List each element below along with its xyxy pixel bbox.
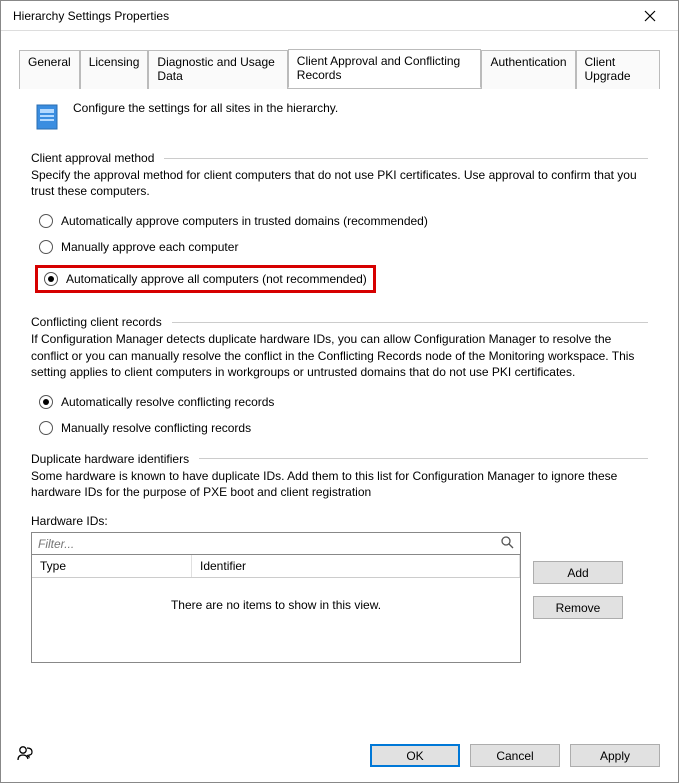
- approval-desc: Specify the approval method for client c…: [31, 167, 648, 199]
- conflict-opt-auto[interactable]: Automatically resolve conflicting record…: [35, 394, 648, 410]
- intro-row: Configure the settings for all sites in …: [31, 101, 648, 133]
- tab-general[interactable]: General: [19, 50, 80, 89]
- tab-licensing[interactable]: Licensing: [80, 50, 149, 89]
- radio-label: Automatically approve computers in trust…: [61, 214, 428, 228]
- approval-opt-all[interactable]: Automatically approve all computers (not…: [35, 265, 376, 293]
- add-button[interactable]: Add: [533, 561, 623, 584]
- cancel-button[interactable]: Cancel: [470, 744, 560, 767]
- radio-icon: [39, 214, 53, 228]
- section-approval: Client approval method Specify the appro…: [31, 151, 648, 299]
- col-identifier[interactable]: Identifier: [192, 555, 520, 577]
- radio-label: Automatically approve all computers (not…: [66, 272, 367, 286]
- close-button[interactable]: [630, 2, 670, 30]
- search-icon[interactable]: [500, 535, 514, 552]
- col-type[interactable]: Type: [32, 555, 192, 577]
- approval-title: Client approval method: [31, 151, 648, 165]
- close-icon: [644, 10, 656, 22]
- tab-bar: General Licensing Diagnostic and Usage D…: [19, 49, 660, 89]
- hw-list: Type Identifier There are no items to sh…: [31, 555, 521, 663]
- window-title: Hierarchy Settings Properties: [13, 9, 630, 23]
- radio-icon: [39, 421, 53, 435]
- radio-icon: [44, 272, 58, 286]
- section-conflict: Conflicting client records If Configurat…: [31, 315, 648, 436]
- approval-opt-manual[interactable]: Manually approve each computer: [35, 239, 648, 255]
- dup-desc: Some hardware is known to have duplicate…: [31, 468, 648, 500]
- radio-label: Automatically resolve conflicting record…: [61, 395, 274, 409]
- ok-button[interactable]: OK: [370, 744, 460, 767]
- remove-button[interactable]: Remove: [533, 596, 623, 619]
- filter-row: [31, 532, 521, 555]
- apply-button[interactable]: Apply: [570, 744, 660, 767]
- list-empty-text: There are no items to show in this view.: [32, 578, 520, 662]
- radio-icon: [39, 395, 53, 409]
- tab-client-approval[interactable]: Client Approval and Conflicting Records: [288, 49, 482, 88]
- approval-opt-trusted[interactable]: Automatically approve computers in trust…: [35, 213, 648, 229]
- intro-text: Configure the settings for all sites in …: [73, 101, 338, 115]
- radio-label: Manually resolve conflicting records: [61, 421, 251, 435]
- tab-client-upgrade[interactable]: Client Upgrade: [576, 50, 661, 89]
- footer: OK Cancel Apply: [1, 733, 678, 782]
- filter-input[interactable]: [38, 537, 500, 551]
- tab-diagnostic[interactable]: Diagnostic and Usage Data: [148, 50, 287, 89]
- titlebar: Hierarchy Settings Properties: [1, 1, 678, 31]
- hw-ids-label: Hardware IDs:: [31, 514, 648, 528]
- radio-icon: [39, 240, 53, 254]
- feedback-icon[interactable]: [15, 743, 35, 768]
- tab-authentication[interactable]: Authentication: [481, 50, 575, 89]
- conflict-opt-manual[interactable]: Manually resolve conflicting records: [35, 420, 648, 436]
- list-header: Type Identifier: [32, 555, 520, 578]
- conflict-title: Conflicting client records: [31, 315, 648, 329]
- hierarchy-icon: [31, 101, 63, 133]
- section-duplicate: Duplicate hardware identifiers Some hard…: [31, 452, 648, 663]
- dup-title: Duplicate hardware identifiers: [31, 452, 648, 466]
- conflict-desc: If Configuration Manager detects duplica…: [31, 331, 648, 380]
- radio-label: Manually approve each computer: [61, 240, 238, 254]
